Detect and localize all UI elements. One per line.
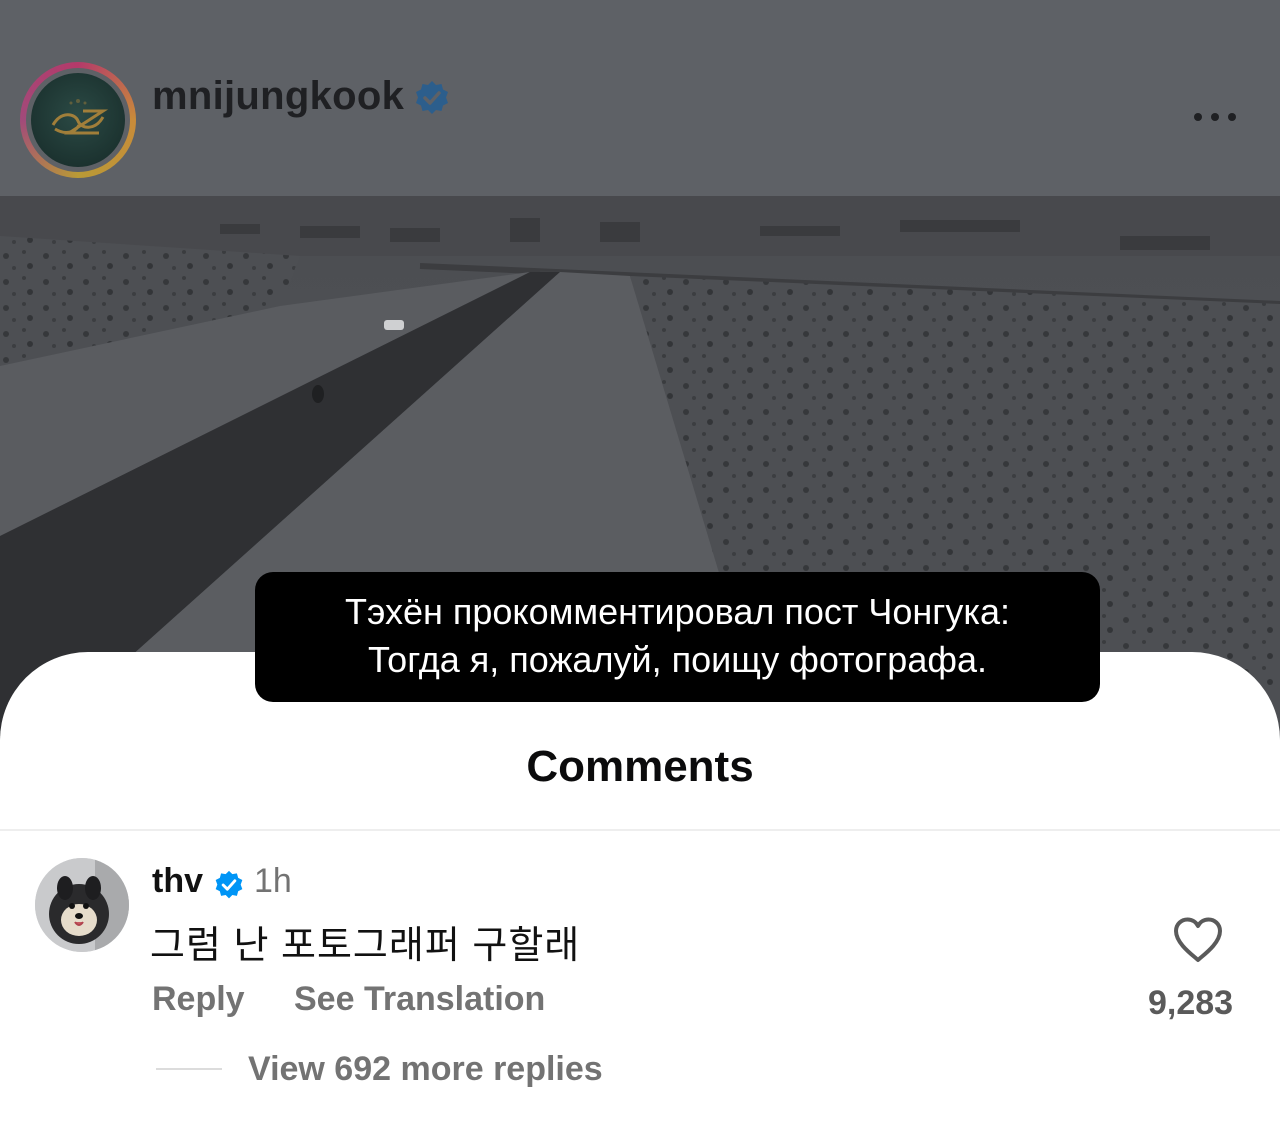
avatar-inner-ring [26,68,130,172]
avatar-image [31,73,125,167]
heart-outline-icon[interactable] [1172,916,1224,964]
replies-connector-line [156,1068,222,1070]
profile-avatar[interactable] [20,62,136,178]
instagram-post-screen: mnijungkook Comments thv 1h 그럼 난 포토그래퍼 구… [0,0,1280,1128]
cut-off-status-text [530,0,539,17]
comments-sheet: Comments thv 1h 그럼 난 포토그래퍼 구할래 Reply See… [0,652,1280,1128]
comment-text: 그럼 난 포토그래퍼 구할래 [150,925,581,967]
view-more-replies-button[interactable]: View 692 more replies [248,1050,603,1089]
like-count: 9,283 [1148,984,1234,1022]
comment-timestamp: 1h [254,862,292,900]
more-horizontal-icon[interactable] [1190,104,1240,130]
dog-avatar-image [35,858,129,952]
caption-overlay: Тэхён прокомментировал пост Чонгука: Тог… [255,572,1100,702]
comments-title: Comments [526,742,754,791]
avatar-logo-icon [51,99,109,135]
comment-username[interactable]: thv [152,862,203,901]
reply-button[interactable]: Reply [152,980,245,1019]
verified-badge-icon [215,870,243,899]
verified-badge-icon [416,81,448,114]
caption-line-1: Тэхён прокомментировал пост Чонгука: [345,591,1010,632]
post-header: mnijungkook [0,0,1280,196]
post-username[interactable]: mnijungkook [152,74,404,119]
commenter-avatar[interactable] [35,858,129,952]
see-translation-button[interactable]: See Translation [294,980,545,1019]
caption-line-2: Тогда я, пожалуй, поищу фотографа. [368,639,987,680]
sheet-divider [0,829,1280,831]
